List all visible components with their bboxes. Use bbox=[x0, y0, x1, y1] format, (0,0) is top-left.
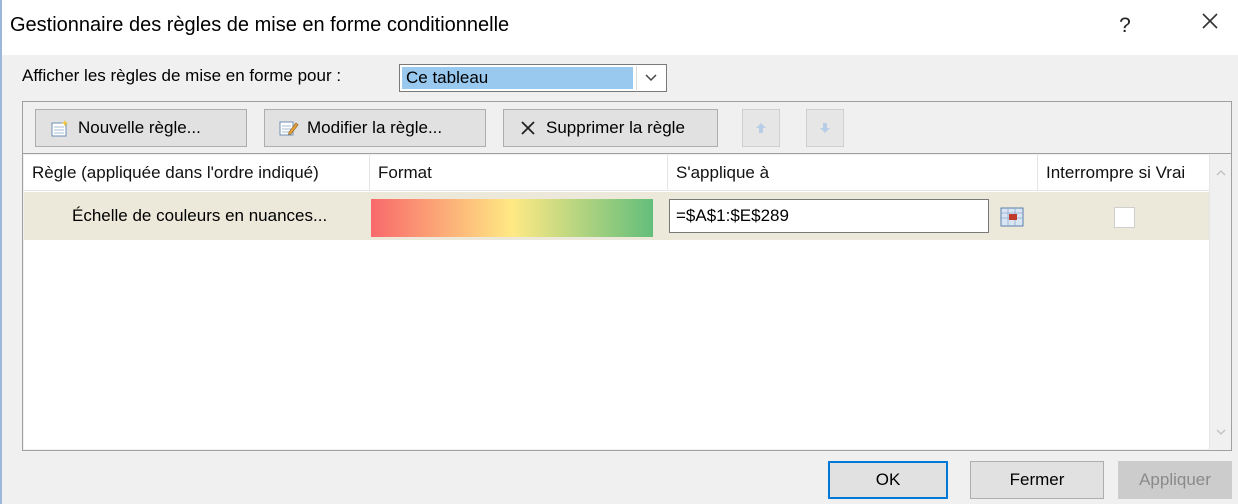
table-row[interactable]: Échelle de couleurs en nuances... =$A$1:… bbox=[24, 192, 1209, 240]
rules-panel: Nouvelle règle... Modifier la règle... S… bbox=[22, 101, 1232, 451]
dialog-title: Gestionnaire des règles de mise en forme… bbox=[10, 14, 510, 36]
dropdown-button[interactable] bbox=[636, 66, 665, 90]
chevron-up-icon bbox=[1216, 170, 1225, 176]
delete-rule-button[interactable]: Supprimer la règle bbox=[503, 109, 718, 147]
apply-button[interactable]: Appliquer bbox=[1118, 461, 1232, 499]
scroll-down-button[interactable] bbox=[1210, 421, 1231, 443]
edit-rule-button[interactable]: Modifier la règle... bbox=[264, 109, 486, 147]
new-rule-icon bbox=[50, 119, 70, 137]
rule-name: Échelle de couleurs en nuances... bbox=[72, 206, 328, 225]
chevron-down-icon bbox=[645, 74, 657, 82]
chevron-down-icon bbox=[1216, 429, 1225, 435]
column-header-format[interactable]: Format bbox=[370, 155, 668, 191]
new-rule-label: Nouvelle règle... bbox=[78, 118, 201, 137]
scroll-up-button[interactable] bbox=[1210, 162, 1231, 184]
range-select-icon bbox=[1000, 207, 1024, 227]
rules-table: Règle (appliquée dans l'ordre indiqué) F… bbox=[24, 155, 1230, 449]
vertical-scrollbar[interactable] bbox=[1209, 155, 1230, 449]
arrow-down-icon bbox=[820, 123, 830, 133]
table-header: Règle (appliquée dans l'ordre indiqué) F… bbox=[24, 155, 1230, 191]
column-header-stop-if-true[interactable]: Interrompre si Vrai bbox=[1038, 155, 1209, 191]
show-rules-label: Afficher les règles de mise en forme pou… bbox=[22, 66, 342, 85]
close-button[interactable] bbox=[1192, 10, 1228, 42]
column-header-rule[interactable]: Règle (appliquée dans l'ordre indiqué) bbox=[24, 155, 370, 191]
new-rule-button[interactable]: Nouvelle règle... bbox=[35, 109, 247, 147]
applies-to-value: =$A$1:$E$289 bbox=[676, 206, 789, 225]
arrow-up-icon bbox=[756, 123, 766, 133]
applies-to-input[interactable]: =$A$1:$E$289 bbox=[669, 199, 1024, 233]
close-dialog-button[interactable]: Fermer bbox=[970, 461, 1104, 499]
title-bar: Gestionnaire des règles de mise en forme… bbox=[2, 0, 1238, 55]
format-preview bbox=[371, 199, 653, 237]
close-icon bbox=[1202, 13, 1218, 29]
show-rules-selected: Ce tableau bbox=[402, 67, 633, 89]
show-rules-dropdown[interactable]: Ce tableau bbox=[399, 64, 667, 92]
rules-toolbar: Nouvelle règle... Modifier la règle... S… bbox=[23, 102, 1231, 154]
move-up-button[interactable] bbox=[742, 109, 780, 147]
help-button[interactable]: ? bbox=[1110, 10, 1140, 42]
range-select-button[interactable] bbox=[997, 203, 1027, 231]
move-down-button[interactable] bbox=[806, 109, 844, 147]
delete-icon bbox=[518, 119, 538, 137]
delete-rule-label: Supprimer la règle bbox=[546, 118, 685, 137]
edit-rule-label: Modifier la règle... bbox=[307, 118, 443, 137]
stop-if-true-checkbox[interactable] bbox=[1114, 207, 1135, 228]
column-header-applies-to[interactable]: S'applique à bbox=[668, 155, 1038, 191]
edit-rule-icon bbox=[279, 119, 299, 137]
conditional-formatting-dialog: Gestionnaire des règles de mise en forme… bbox=[0, 0, 1238, 504]
ok-button[interactable]: OK bbox=[828, 461, 948, 499]
